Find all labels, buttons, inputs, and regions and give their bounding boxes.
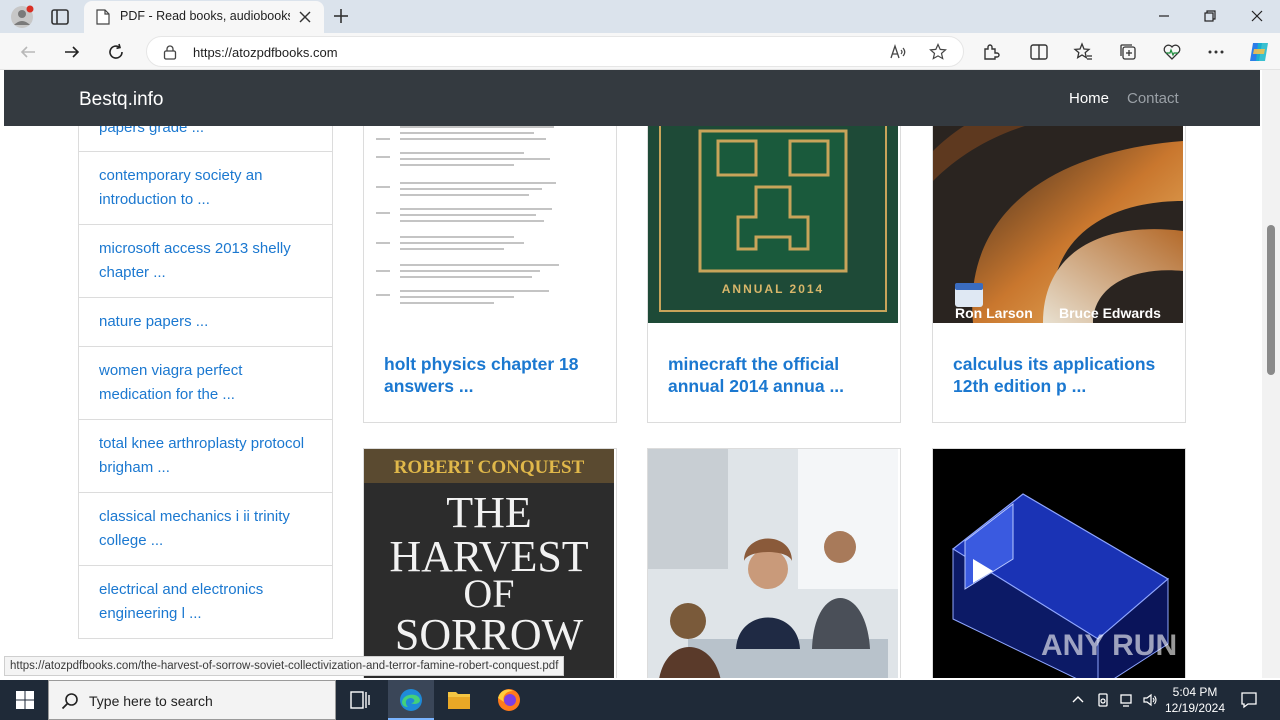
copilot-icon[interactable]: [1247, 41, 1271, 63]
sidebar-item[interactable]: electrical and electronics engineering l…: [78, 566, 333, 639]
page-viewport: Bestq.info Home Contact papers grade ...…: [0, 70, 1262, 678]
favorites-icon[interactable]: [1073, 42, 1093, 62]
volume-icon[interactable]: [1142, 692, 1158, 708]
book-card-title[interactable]: minecraft the official annual 2014 annua…: [668, 353, 882, 397]
address-bar[interactable]: https://atozpdfbooks.com: [146, 36, 964, 67]
browser-tab-bar: PDF - Read books, audiobooks, a: [0, 0, 1280, 33]
scrollbar-thumb[interactable]: [1267, 225, 1275, 375]
task-view-icon[interactable]: [337, 680, 383, 720]
cover-author-text: Bruce Edwards: [1059, 305, 1161, 321]
lock-icon[interactable]: [163, 45, 177, 60]
book-card[interactable]: ROBERT CONQUEST THE HARVEST OF SORROW: [363, 448, 617, 678]
tray-chevron-up-icon[interactable]: [1070, 692, 1086, 708]
taskbar-edge-app[interactable]: [388, 680, 434, 720]
cover-title-text: THE: [446, 488, 532, 537]
network-icon[interactable]: [1119, 692, 1135, 708]
read-aloud-icon[interactable]: [889, 43, 907, 61]
sidebar-item-link[interactable]: total knee arthroplasty protocol brigham…: [99, 432, 311, 480]
active-tab[interactable]: PDF - Read books, audiobooks, a: [84, 1, 324, 33]
windows-taskbar: Type here to search 5:04 PM 12/19/2024: [0, 680, 1280, 720]
taskbar-clock[interactable]: 5:04 PM 12/19/2024: [1160, 684, 1230, 716]
watermark-text: ANY RUN: [1041, 629, 1177, 662]
nav-link-contact[interactable]: Contact: [1127, 90, 1179, 107]
sidebar-item-link[interactable]: nature papers ...: [99, 310, 311, 334]
minimize-icon[interactable]: [1156, 8, 1172, 24]
restore-icon[interactable]: [1202, 8, 1218, 24]
cover-author-text: Ron Larson: [955, 305, 1033, 321]
close-window-icon[interactable]: [1249, 8, 1265, 24]
sidebar-item[interactable]: classical mechanics i ii trinity college…: [78, 493, 333, 566]
tray-device-icon[interactable]: [1095, 692, 1111, 708]
clock-date: 12/19/2024: [1164, 701, 1226, 715]
tab-actions-icon[interactable]: [50, 7, 70, 27]
cover-title-text: SORROW: [395, 610, 584, 659]
sidebar-item-link[interactable]: women viagra perfect medication for the …: [99, 359, 311, 407]
tab-title: PDF - Read books, audiobooks, a: [120, 9, 290, 23]
site-brand[interactable]: Bestq.info: [79, 89, 164, 111]
sidebar-item[interactable]: women viagra perfect medication for the …: [78, 347, 333, 420]
search-icon: [61, 693, 78, 710]
book-cover-image[interactable]: ROBERT CONQUEST THE HARVEST OF SORROW: [364, 449, 614, 678]
page-scrollbar[interactable]: [1262, 70, 1280, 678]
clock-time: 5:04 PM: [1172, 685, 1218, 699]
sidebar-item[interactable]: total knee arthroplasty protocol brigham…: [78, 420, 333, 493]
cover-author-text: ROBERT CONQUEST: [394, 457, 585, 478]
refresh-icon[interactable]: [106, 42, 126, 62]
new-tab-icon[interactable]: [331, 6, 351, 26]
file-explorer-icon[interactable]: [436, 680, 482, 720]
firefox-icon[interactable]: [486, 680, 532, 720]
book-card-title[interactable]: holt physics chapter 18 answers ...: [384, 353, 598, 397]
profile-icon[interactable]: [10, 5, 34, 29]
split-screen-icon[interactable]: [1029, 42, 1049, 62]
close-tab-icon[interactable]: [298, 10, 312, 24]
book-card[interactable]: [647, 448, 901, 678]
collections-icon[interactable]: [1118, 42, 1138, 62]
back-icon[interactable]: [18, 42, 38, 62]
sidebar-item-link[interactable]: electrical and electronics engineering l…: [99, 578, 311, 626]
site-navbar: Bestq.info Home Contact: [4, 70, 1260, 126]
sidebar-item-link[interactable]: classical mechanics i ii trinity college…: [99, 505, 311, 553]
nav-link-home[interactable]: Home: [1069, 90, 1109, 107]
forward-icon[interactable]: [62, 42, 82, 62]
edge-icon: [400, 689, 422, 711]
extensions-icon[interactable]: [981, 42, 1001, 62]
favorite-star-icon[interactable]: [929, 43, 947, 61]
cover-caption: ANNUAL 2014: [722, 282, 824, 296]
link-status-url: https://atozpdfbooks.com/the-harvest-of-…: [4, 656, 565, 676]
sidebar-item[interactable]: nature papers ...: [78, 298, 333, 347]
notifications-icon[interactable]: [1240, 691, 1258, 709]
more-options-icon[interactable]: [1206, 42, 1226, 62]
sidebar-item-link[interactable]: contemporary society an introduction to …: [99, 164, 311, 212]
browser-toolbar: https://atozpdfbooks.com: [0, 33, 1280, 70]
page-icon: [96, 9, 110, 25]
book-card-title[interactable]: calculus its applications 12th edition p…: [953, 353, 1167, 397]
performance-heart-icon[interactable]: [1162, 42, 1182, 62]
taskbar-search-box[interactable]: Type here to search: [48, 680, 336, 720]
sidebar-item[interactable]: microsoft access 2013 shelly chapter ...: [78, 225, 333, 298]
sidebar-item[interactable]: contemporary society an introduction to …: [78, 152, 333, 225]
windows-start-icon[interactable]: [15, 690, 35, 710]
book-cover-image[interactable]: [648, 449, 898, 678]
sidebar-item-link[interactable]: microsoft access 2013 shelly chapter ...: [99, 237, 311, 285]
book-card[interactable]: ANY RUN: [932, 448, 1186, 678]
book-cover-image[interactable]: ANY RUN: [933, 449, 1183, 678]
url-text[interactable]: https://atozpdfbooks.com: [193, 45, 338, 60]
search-placeholder[interactable]: Type here to search: [89, 693, 213, 709]
